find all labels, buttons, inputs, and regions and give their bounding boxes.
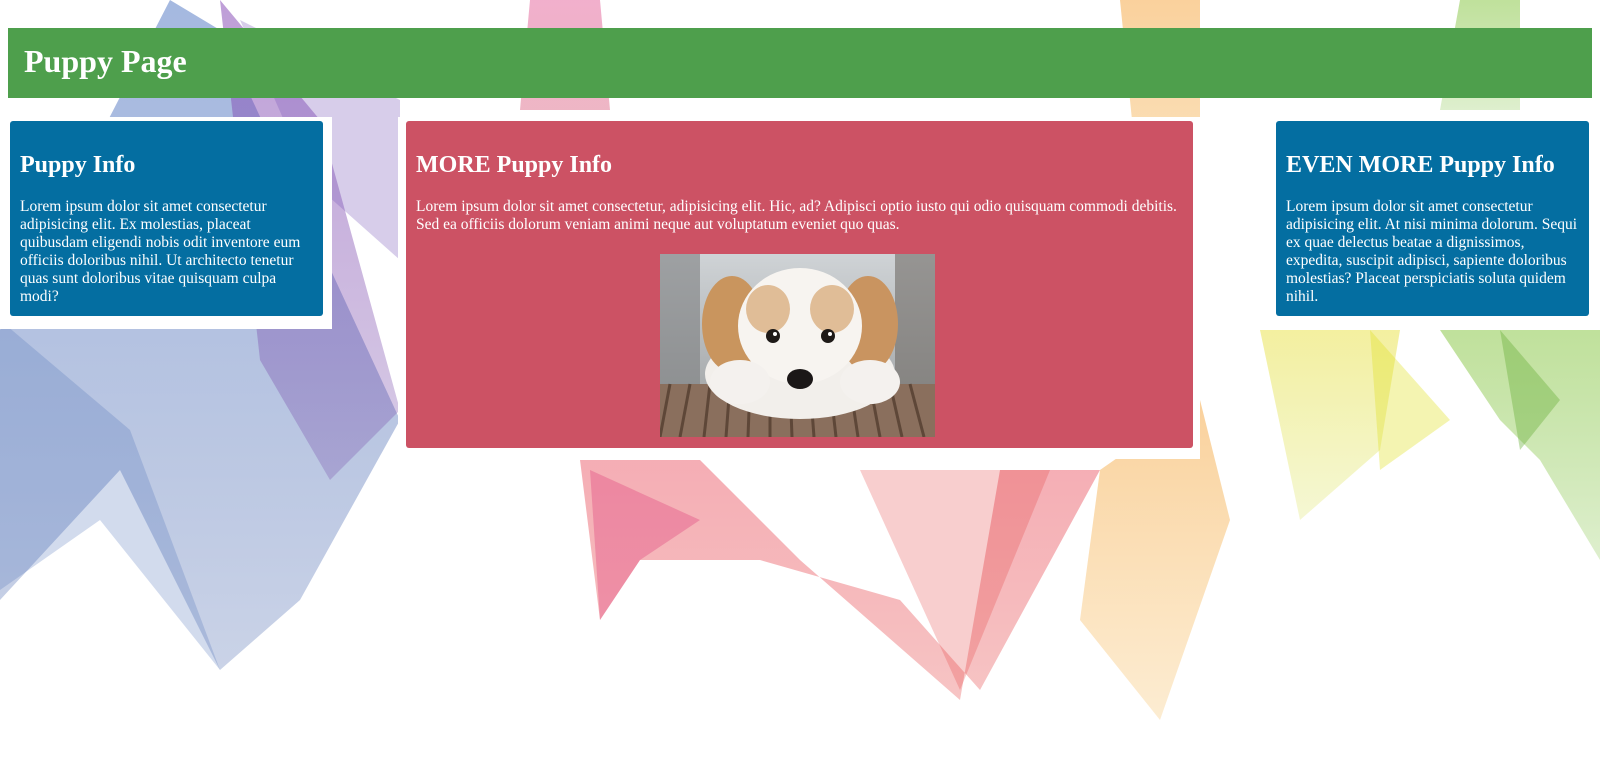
card-text: Lorem ipsum dolor sit amet consectetur a…	[1286, 198, 1578, 305]
card-title: MORE Puppy Info	[416, 152, 613, 178]
card-title: Puppy Info	[20, 152, 136, 178]
page-header: Puppy Page	[8, 28, 1592, 98]
more-puppy-info-card: MORE Puppy Info Lorem ipsum dolor sit am…	[406, 121, 1193, 448]
right-card-frame: EVEN MORE Puppy Info Lorem ipsum dolor s…	[1268, 117, 1600, 329]
card-title: EVEN MORE Puppy Info	[1286, 152, 1555, 178]
card-text: Lorem ipsum dolor sit amet consectetur, …	[416, 198, 1177, 233]
left-card-frame: Puppy Info Lorem ipsum dolor sit amet co…	[0, 117, 332, 329]
card-text: Lorem ipsum dolor sit amet consectetur a…	[20, 198, 301, 305]
puppy-info-card: Puppy Info Lorem ipsum dolor sit amet co…	[10, 121, 323, 316]
page-title: Puppy Page	[24, 43, 187, 79]
middle-card-frame: MORE Puppy Info Lorem ipsum dolor sit am…	[398, 117, 1200, 459]
even-more-puppy-info-card: EVEN MORE Puppy Info Lorem ipsum dolor s…	[1276, 121, 1589, 316]
puppy-image	[660, 254, 935, 437]
